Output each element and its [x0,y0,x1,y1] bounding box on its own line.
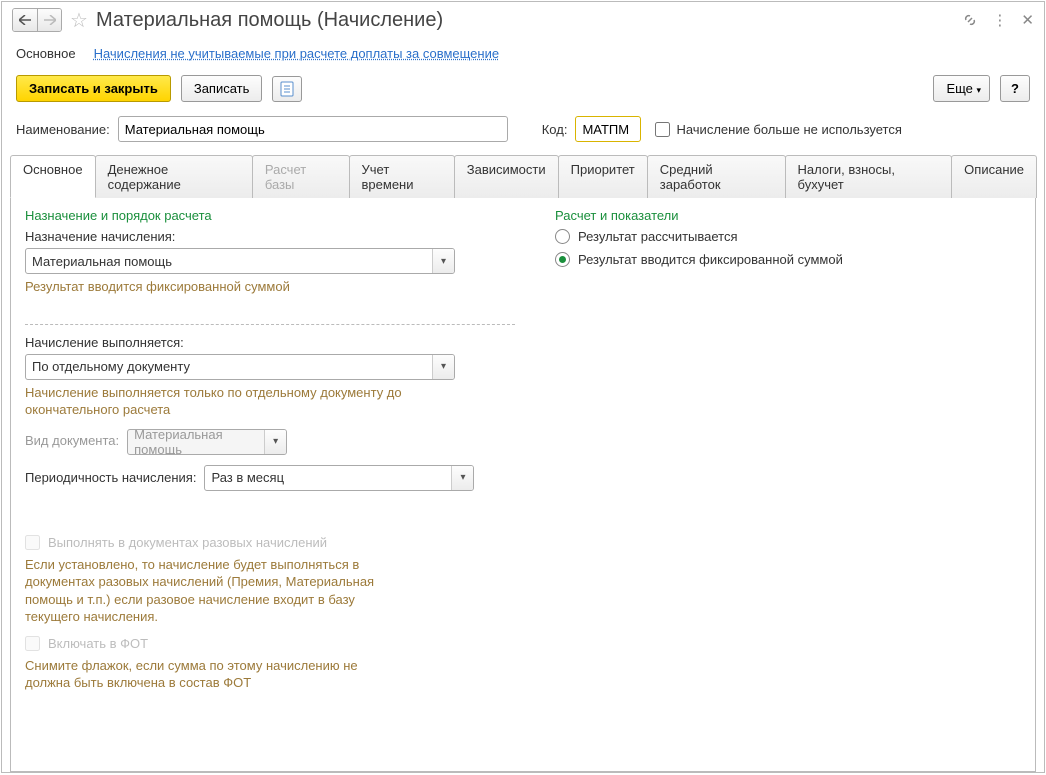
help-button[interactable]: ? [1000,75,1030,102]
tab-base: Расчет базы [252,155,350,198]
forward-button [37,9,61,31]
chevron-down-icon: ▾ [264,430,286,454]
section-purpose-title: Назначение и порядок расчета [25,208,515,223]
assign-label: Назначение начисления: [25,229,515,244]
not-used-checkbox[interactable] [655,122,670,137]
back-button[interactable] [13,9,37,31]
tab-priority[interactable]: Приоритет [558,155,648,198]
section-calc-title: Расчет и показатели [555,208,1021,223]
arrow-right-icon [44,15,56,25]
chevron-down-icon[interactable]: ▾ [432,249,454,273]
tab-tax[interactable]: Налоги, взносы, бухучет [785,155,953,198]
fot-checkbox [25,636,40,651]
name-input[interactable] [118,116,508,142]
assign-select[interactable]: Материальная помощь ▾ [25,248,455,274]
doc-type-label: Вид документа: [25,433,119,448]
radio-icon [555,229,570,244]
tab-avg[interactable]: Средний заработок [647,155,786,198]
once-docs-label: Выполнять в документах разовых начислени… [48,535,327,550]
write-and-close-button[interactable]: Записать и закрыть [16,75,171,102]
chevron-down-icon[interactable]: ▾ [451,466,473,490]
exec-label: Начисление выполняется: [25,335,515,350]
navlink-main[interactable]: Основное [16,46,76,61]
once-docs-checkbox [25,535,40,550]
tab-deps[interactable]: Зависимости [454,155,559,198]
navlink-not-counted[interactable]: Начисления не учитываемые при расчете до… [94,46,500,61]
radio-result-fixed[interactable]: Результат вводится фиксированной суммой [555,252,1021,267]
write-button[interactable]: Записать [181,75,263,102]
chevron-down-icon: ▾ [977,85,982,95]
tab-time[interactable]: Учет времени [349,155,455,198]
name-label: Наименование: [16,122,110,137]
doc-type-select: Материальная помощь ▾ [127,429,287,455]
favorite-star-icon[interactable]: ☆ [68,9,90,31]
code-input[interactable] [575,116,641,142]
assign-hint: Результат вводится фиксированной суммой [25,278,445,296]
document-icon [280,81,294,97]
tab-money[interactable]: Денежное содержание [95,155,253,198]
arrow-left-icon [19,15,31,25]
code-label: Код: [542,122,568,137]
chevron-down-icon[interactable]: ▾ [432,355,454,379]
kebab-menu-icon[interactable]: ⋮ [992,11,1007,29]
report-button[interactable] [272,76,302,102]
radio-result-calc[interactable]: Результат рассчитывается [555,229,1021,244]
tabs-bar: Основное Денежное содержание Расчет базы… [10,154,1036,198]
exec-select[interactable]: По отдельному документу ▾ [25,354,455,380]
link-icon[interactable] [962,12,978,28]
fot-hint: Снимите флажок, если сумма по этому начи… [25,657,405,692]
divider [25,324,515,325]
period-label: Периодичность начисления: [25,470,196,485]
not-used-label: Начисление больше не используется [676,122,901,137]
more-button[interactable]: Еще ▾ [933,75,990,102]
fot-label: Включать в ФОТ [48,636,148,651]
page-title: Материальная помощь (Начисление) [96,9,443,32]
close-icon[interactable]: ✕ [1021,11,1034,29]
tab-main[interactable]: Основное [10,155,96,198]
period-select[interactable]: Раз в месяц ▾ [204,465,474,491]
exec-hint: Начисление выполняется только по отдельн… [25,384,445,419]
tab-desc[interactable]: Описание [951,155,1037,198]
once-docs-hint: Если установлено, то начисление будет вы… [25,556,405,626]
radio-icon [555,252,570,267]
